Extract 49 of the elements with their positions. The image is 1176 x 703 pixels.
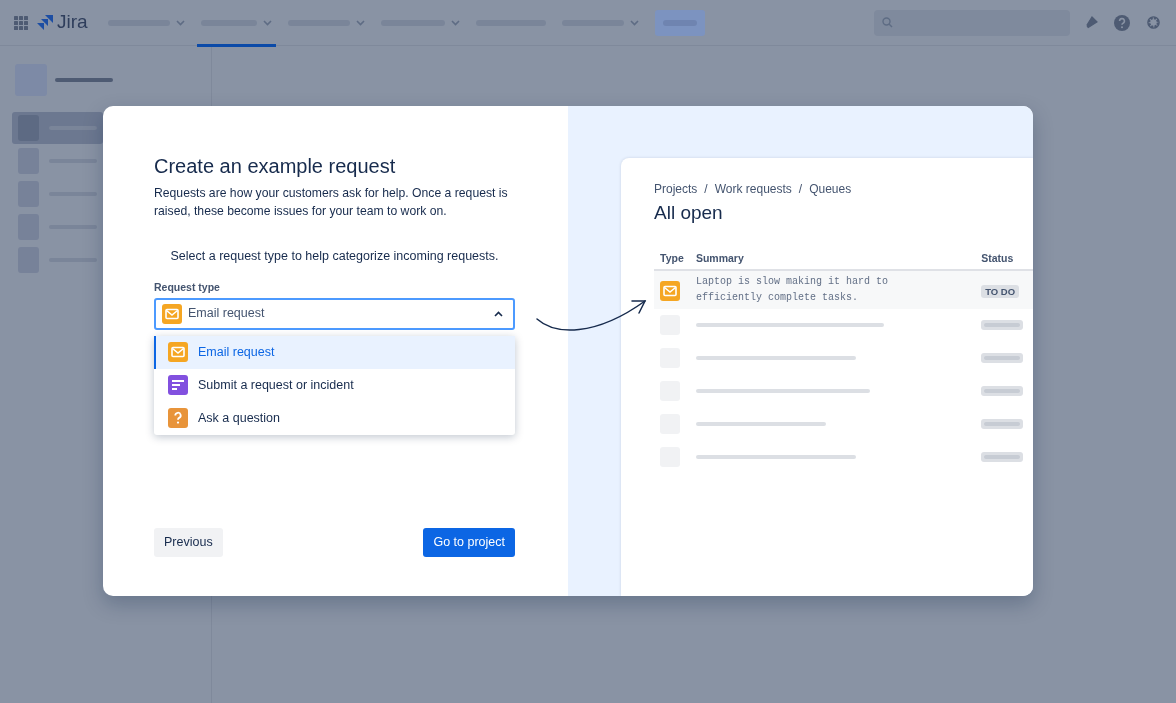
envelope-icon xyxy=(162,303,182,324)
status-placeholder xyxy=(981,386,1024,397)
column-header: Type xyxy=(660,251,684,264)
select-value: Email request xyxy=(188,305,265,323)
status-lozenge: TO DO xyxy=(981,284,1020,298)
breadcrumb-link[interactable]: Projects xyxy=(654,180,698,198)
search-icon xyxy=(882,17,893,28)
table-row[interactable]: Laptop is slow making it hard to efficiently complete tasks. TO DO xyxy=(654,270,1033,309)
create-button[interactable] xyxy=(654,9,705,36)
settings-icon[interactable] xyxy=(1145,14,1162,31)
chevron-down-icon xyxy=(450,19,460,26)
dropdown-option[interactable]: Email request xyxy=(154,335,515,369)
help-icon[interactable] xyxy=(1113,13,1131,32)
chevron-down-icon xyxy=(629,19,639,26)
sidebar-item[interactable] xyxy=(12,112,103,144)
status-placeholder xyxy=(981,452,1024,463)
breadcrumb-link[interactable]: Work requests xyxy=(714,180,792,198)
status-placeholder xyxy=(981,320,1024,331)
search-field[interactable] xyxy=(874,9,1070,36)
envelope-icon xyxy=(660,280,680,301)
app-grid-icon[interactable] xyxy=(14,15,28,30)
page-title: All open xyxy=(654,202,724,225)
breadcrumb-link[interactable]: Queues xyxy=(809,180,852,198)
request-type-select[interactable]: Email request xyxy=(154,297,515,330)
logo-icon xyxy=(36,13,54,32)
question-icon xyxy=(168,408,188,429)
form-icon xyxy=(168,375,188,396)
prompt-text: Select a request type to help categorize incoming requests. xyxy=(170,249,499,263)
dropdown-option[interactable]: Ask a question xyxy=(154,401,515,435)
go-to-project-button[interactable]: Go to project xyxy=(423,528,515,557)
project-name-placeholder xyxy=(55,78,113,82)
breadcrumb-separator: / xyxy=(704,181,708,198)
chevron-down-icon xyxy=(175,19,185,26)
chevron-down-icon xyxy=(355,19,365,26)
modal-title: Create an example request xyxy=(154,154,397,178)
column-header: Summary xyxy=(695,251,744,264)
status-placeholder xyxy=(981,353,1024,364)
modal-description: Requests are how your customers ask for help. Once a request is raised, these become issues for your team to work on. xyxy=(154,185,509,220)
chevron-down-icon xyxy=(262,19,272,26)
previous-button[interactable]: Previous xyxy=(154,528,223,557)
breadcrumb-separator: / xyxy=(798,181,803,198)
envelope-icon xyxy=(168,342,188,363)
column-header: Status xyxy=(981,251,1014,264)
dropdown-option[interactable]: Submit a request or incident xyxy=(154,368,515,402)
field-label: Request type xyxy=(154,280,220,293)
chevron-up-icon xyxy=(494,310,503,317)
status-placeholder xyxy=(981,419,1024,430)
summary-cell-text: Laptop is slow making it hard to efficiently complete tasks. xyxy=(695,274,889,305)
notification-icon[interactable] xyxy=(1084,15,1099,30)
